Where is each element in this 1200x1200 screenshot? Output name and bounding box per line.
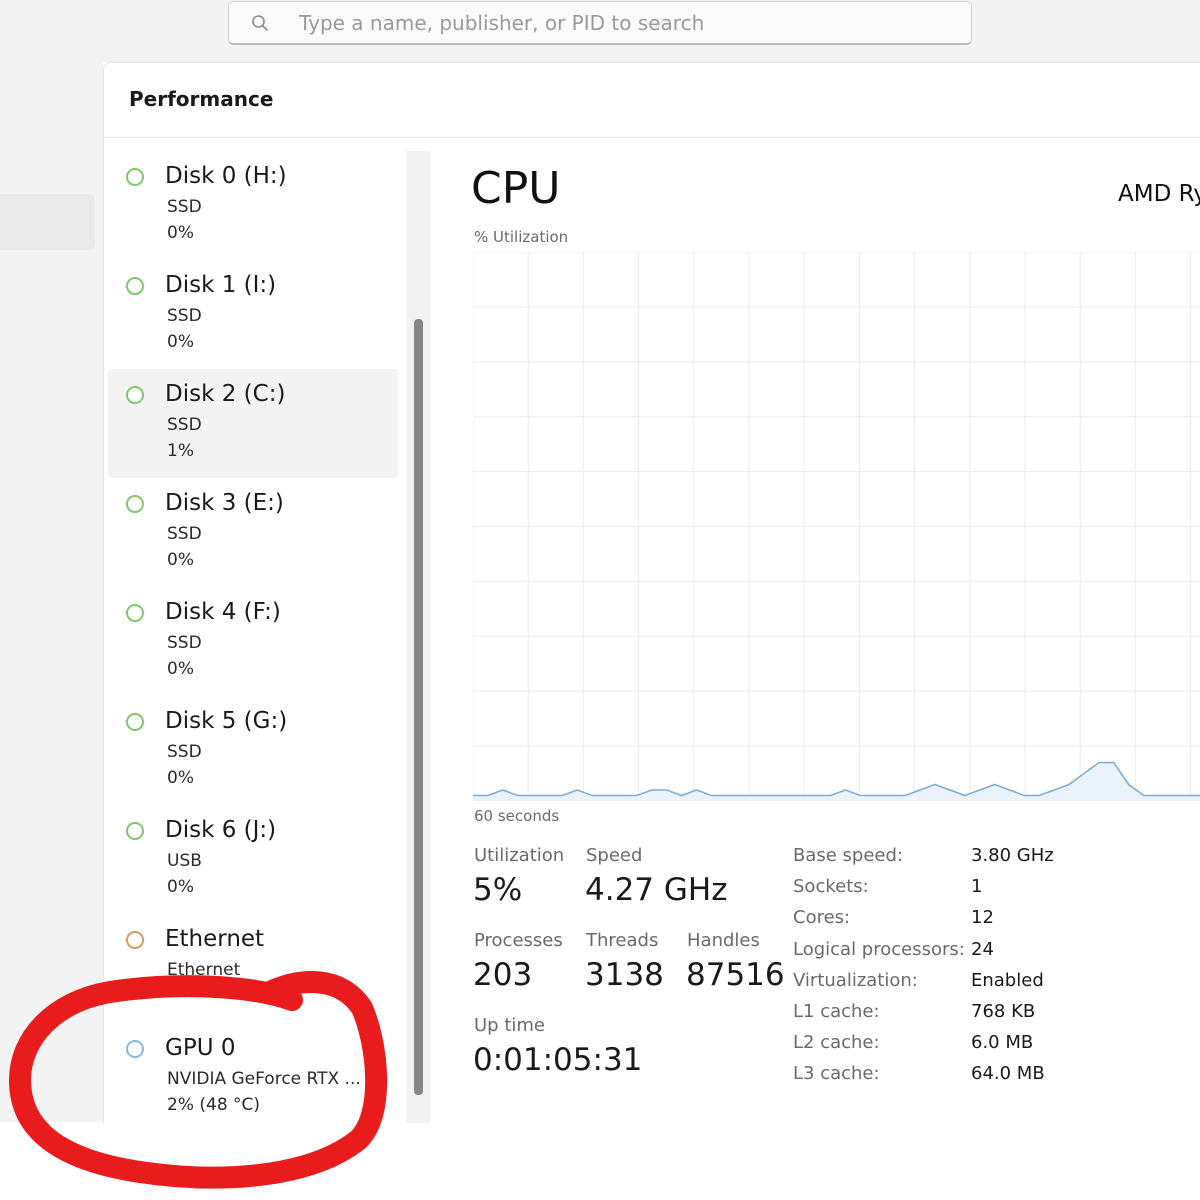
device-title: Disk 5 (G:) [165, 708, 288, 734]
device-usage: 2% (48 °C) [167, 1095, 261, 1115]
device-subtitle: SSD [167, 306, 202, 326]
spec-label: Sockets: [793, 876, 869, 898]
device-title: Disk 0 (H:) [165, 163, 287, 189]
speed-label: Speed [586, 845, 643, 866]
device-title: Disk 2 (C:) [165, 381, 286, 407]
device-item[interactable]: Ethernet Ethernet [108, 914, 398, 1023]
search-box[interactable] [228, 1, 972, 45]
graph-time-label: 60 seconds [474, 807, 560, 825]
device-item[interactable]: Disk 4 (F:) SSD 0% [108, 587, 398, 696]
device-item[interactable]: Disk 6 (J:) USB 0% [108, 805, 398, 914]
device-usage: 0% [167, 550, 194, 570]
device-subtitle: USB [167, 851, 202, 871]
device-subtitle: SSD [167, 742, 202, 762]
status-dot-icon [126, 931, 144, 949]
spec-label: L2 cache: [793, 1032, 880, 1054]
threads-value: 3138 [585, 957, 664, 993]
speed-value: 4.27 GHz [585, 872, 728, 908]
device-usage: 0% [167, 332, 194, 352]
spec-value: 6.0 MB [971, 1032, 1034, 1054]
device-title: Disk 6 (J:) [165, 817, 277, 843]
device-title: Disk 4 (F:) [165, 599, 281, 625]
device-title: GPU 0 [165, 1035, 236, 1061]
device-item[interactable]: Disk 1 (I:) SSD 0% [108, 260, 398, 369]
cpu-utilization-graph [473, 252, 1200, 801]
spec-value: Enabled [971, 969, 1044, 991]
uptime-value: 0:01:05:31 [473, 1042, 643, 1078]
device-item[interactable]: Disk 3 (E:) SSD 0% [108, 478, 398, 587]
status-dot-icon [126, 168, 144, 186]
nav-item-performance[interactable] [0, 194, 95, 250]
uptime-label: Up time [474, 1015, 545, 1036]
device-list-scrollbar[interactable] [406, 151, 430, 1123]
device-subtitle: NVIDIA GeForce RTX ... [167, 1069, 361, 1089]
device-usage: 1% [167, 441, 194, 461]
device-subtitle: Ethernet [167, 960, 241, 980]
spec-label: Virtualization: [793, 969, 918, 991]
spec-value: 3.80 GHz [971, 845, 1054, 866]
cpu-model-name: AMD Ry [1118, 181, 1200, 207]
performance-panel: Performance Disk 0 (H:) SSD 0% Disk 1 (I:) S… [103, 62, 1200, 1123]
spec-label: L3 cache: [793, 1063, 880, 1085]
spec-value: 24 [971, 938, 994, 960]
device-subtitle: SSD [167, 524, 202, 544]
status-dot-icon [126, 1040, 144, 1058]
cpu-heading: CPU [471, 163, 561, 214]
status-dot-icon [126, 713, 144, 731]
spec-label: Base speed: [793, 845, 903, 866]
device-item[interactable]: Disk 5 (G:) SSD 0% [108, 696, 398, 805]
status-dot-icon [126, 386, 144, 404]
handles-value: 87516 [686, 957, 785, 993]
device-usage: 0% [167, 877, 194, 897]
scrollbar-thumb[interactable] [414, 319, 423, 1095]
spec-label: Cores: [793, 907, 851, 929]
utilization-label: Utilization [474, 845, 565, 866]
device-usage: 0% [167, 659, 194, 679]
handles-label: Handles [687, 930, 760, 951]
status-dot-icon [126, 277, 144, 295]
utilization-value: 5% [473, 872, 523, 908]
device-item[interactable]: Disk 0 (H:) SSD 0% [108, 151, 398, 260]
threads-label: Threads [586, 930, 659, 951]
device-usage: 0% [167, 223, 194, 243]
processes-label: Processes [474, 930, 563, 951]
graph-axis-label: % Utilization [474, 228, 569, 246]
device-title: Ethernet [165, 926, 265, 952]
spec-label: Logical processors: [793, 938, 965, 960]
search-icon [252, 14, 268, 31]
device-subtitle: SSD [167, 197, 202, 217]
spec-value: 12 [971, 907, 994, 929]
task-manager-window: Performance Disk 0 (H:) SSD 0% Disk 1 (I:) S… [0, 0, 1200, 1200]
status-dot-icon [126, 495, 144, 513]
device-title: Disk 3 (E:) [165, 490, 284, 516]
spec-value: 768 KB [971, 1001, 1036, 1022]
device-subtitle: SSD [167, 415, 202, 435]
processes-value: 203 [473, 957, 533, 993]
device-title: Disk 1 (I:) [165, 272, 277, 298]
device-item[interactable]: Disk 2 (C:) SSD 1% [108, 369, 398, 478]
nav-pane [0, 0, 103, 1122]
page-title: Performance [129, 87, 274, 111]
status-dot-icon [126, 822, 144, 840]
spec-value: 64.0 MB [971, 1063, 1045, 1085]
spec-label: L1 cache: [793, 1001, 880, 1022]
spec-value: 1 [971, 876, 983, 898]
device-subtitle: SSD [167, 633, 202, 653]
search-input[interactable] [299, 10, 939, 35]
device-item[interactable]: GPU 0 NVIDIA GeForce RTX ... 2% (48 °C) [108, 1023, 398, 1132]
device-usage: 0% [167, 768, 194, 788]
header-divider [104, 137, 1200, 138]
device-list: Disk 0 (H:) SSD 0% Disk 1 (I:) SSD 0% Disk 2 (… [108, 151, 400, 1132]
status-dot-icon [126, 604, 144, 622]
